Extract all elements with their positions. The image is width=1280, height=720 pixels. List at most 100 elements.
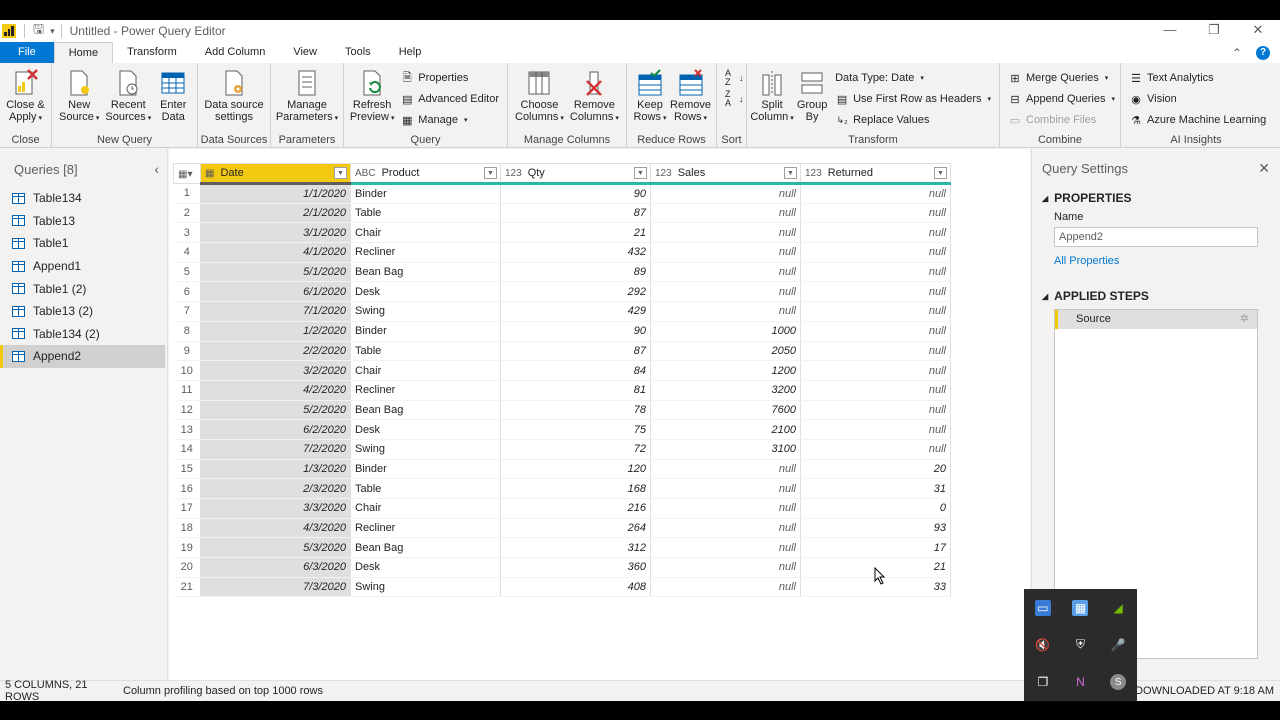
filter-dropdown-icon[interactable]: ▼ <box>484 167 497 179</box>
row-number[interactable]: 6 <box>173 281 201 303</box>
table-cell[interactable]: Table <box>350 341 501 362</box>
table-cell[interactable]: null <box>650 459 801 480</box>
table-cell[interactable]: Table <box>350 478 501 499</box>
table-cell[interactable]: Swing <box>350 577 501 598</box>
tab-file[interactable]: File <box>0 42 54 63</box>
table-cell[interactable]: 78 <box>500 400 651 421</box>
table-cell[interactable]: 3200 <box>650 380 801 401</box>
append-queries-button[interactable]: ⊟ Append Queries ▾ <box>1008 90 1115 108</box>
table-cell[interactable]: 429 <box>500 301 651 322</box>
table-cell[interactable]: 7/2/2020 <box>200 439 351 460</box>
copy-window-icon[interactable]: ❐ <box>1035 674 1051 690</box>
table-cell[interactable]: 216 <box>500 498 651 519</box>
filter-dropdown-icon[interactable]: ▼ <box>934 167 947 179</box>
help-icon[interactable]: ? <box>1256 45 1270 60</box>
table-cell[interactable]: 17 <box>800 537 951 559</box>
sort-descending-button[interactable]: Z A ↓ <box>721 90 744 108</box>
table-cell[interactable]: null <box>650 537 801 559</box>
table-cell[interactable]: null <box>800 419 951 440</box>
table-cell[interactable]: 6/3/2020 <box>200 557 351 578</box>
query-item[interactable]: Table134 (2) <box>0 323 165 346</box>
table-cell[interactable]: 4/1/2020 <box>200 242 351 263</box>
table-cell[interactable]: Binder <box>350 459 501 480</box>
row-number[interactable]: 17 <box>173 498 201 519</box>
row-number[interactable]: 19 <box>173 537 201 559</box>
table-cell[interactable]: 3/3/2020 <box>200 498 351 519</box>
table-cell[interactable]: 1200 <box>650 360 801 381</box>
table-cell[interactable]: 6/1/2020 <box>200 281 351 303</box>
table-cell[interactable]: Bean Bag <box>350 262 501 283</box>
table-cell[interactable]: 90 <box>500 321 651 342</box>
table-cell[interactable]: 3/2/2020 <box>200 360 351 381</box>
column-header-date[interactable]: ▦ Date ▼ <box>200 163 351 185</box>
table-cell[interactable]: Bean Bag <box>350 400 501 421</box>
row-number[interactable]: 16 <box>173 478 201 499</box>
table-cell[interactable]: Recliner <box>350 242 501 263</box>
speaker-muted-icon[interactable]: 🔇 <box>1035 637 1051 653</box>
table-cell[interactable]: 84 <box>500 360 651 381</box>
table-cell[interactable]: 360 <box>500 557 651 578</box>
table-cell[interactable]: 2100 <box>650 419 801 440</box>
tab-help[interactable]: Help <box>385 42 436 63</box>
table-cell[interactable]: 2/3/2020 <box>200 478 351 499</box>
replace-values-button[interactable]: ↳₂ Replace Values <box>835 111 991 129</box>
table-cell[interactable]: Binder <box>350 321 501 342</box>
row-number[interactable]: 21 <box>173 577 201 598</box>
table-cell[interactable]: 4/2/2020 <box>200 380 351 401</box>
table-cell[interactable]: Chair <box>350 498 501 519</box>
table-cell[interactable]: 168 <box>500 478 651 499</box>
query-item[interactable]: Append2 <box>0 345 165 368</box>
table-cell[interactable]: 432 <box>500 242 651 263</box>
combine-files-button[interactable]: ▭ Combine Files <box>1008 111 1115 129</box>
row-number[interactable]: 5 <box>173 262 201 283</box>
row-number[interactable]: 20 <box>173 557 201 578</box>
onenote-icon[interactable]: N <box>1072 674 1088 690</box>
table-cell[interactable]: 21 <box>500 222 651 244</box>
tab-add-column[interactable]: Add Column <box>191 42 280 63</box>
table-cell[interactable]: Desk <box>350 281 501 303</box>
table-cell[interactable]: 89 <box>500 262 651 283</box>
table-cell[interactable]: 120 <box>500 459 651 480</box>
tab-home[interactable]: Home <box>53 42 114 63</box>
column-header-qty[interactable]: 123 Qty ▼ <box>500 163 651 185</box>
query-item[interactable]: Table1 <box>0 232 165 255</box>
table-cell[interactable]: 292 <box>500 281 651 303</box>
tab-view[interactable]: View <box>279 42 331 63</box>
nvidia-icon[interactable]: ◢ <box>1110 600 1126 616</box>
query-item[interactable]: Table134 <box>0 187 165 210</box>
gear-icon[interactable]: ✲ <box>1240 310 1249 329</box>
table-cell[interactable]: Chair <box>350 360 501 381</box>
table-cell[interactable]: Desk <box>350 557 501 578</box>
table-cell[interactable]: null <box>800 341 951 362</box>
filter-dropdown-icon[interactable]: ▼ <box>334 167 347 179</box>
column-header-returned[interactable]: 123 Returned ▼ <box>800 163 951 185</box>
table-cell[interactable]: 87 <box>500 341 651 362</box>
table-cell[interactable]: Table <box>350 203 501 224</box>
all-properties-link[interactable]: All Properties <box>1032 255 1280 267</box>
table-cell[interactable]: 312 <box>500 537 651 559</box>
filter-dropdown-icon[interactable]: ▼ <box>784 167 797 179</box>
table-cell[interactable]: 7/1/2020 <box>200 301 351 322</box>
close-settings-icon[interactable]: ✕ <box>1258 160 1270 177</box>
row-number[interactable]: 7 <box>173 301 201 322</box>
table-cell[interactable]: null <box>800 321 951 342</box>
table-cell[interactable]: 3100 <box>650 439 801 460</box>
column-header-sales[interactable]: 123 Sales ▼ <box>650 163 801 185</box>
tab-transform[interactable]: Transform <box>113 42 191 63</box>
query-item[interactable]: Table13 (2) <box>0 300 165 323</box>
table-cell[interactable]: null <box>800 183 951 204</box>
row-number[interactable]: 11 <box>173 380 201 401</box>
table-cell[interactable]: null <box>800 281 951 303</box>
table-cell[interactable]: 3/1/2020 <box>200 222 351 244</box>
row-number[interactable]: 3 <box>173 222 201 244</box>
row-number[interactable]: 8 <box>173 321 201 342</box>
column-header-product[interactable]: ABC Product ▼ <box>350 163 501 185</box>
display-icon[interactable]: ▭ <box>1034 599 1051 616</box>
quick-access-dropdown-icon[interactable]: ▾ <box>50 26 55 37</box>
row-number[interactable]: 4 <box>173 242 201 263</box>
table-cell[interactable]: 5/2/2020 <box>200 400 351 421</box>
table-cell[interactable]: Binder <box>350 183 501 204</box>
table-cell[interactable]: 1/2/2020 <box>200 321 351 342</box>
table-cell[interactable]: 20 <box>800 459 951 480</box>
query-name-input[interactable]: Append2 <box>1054 227 1258 247</box>
